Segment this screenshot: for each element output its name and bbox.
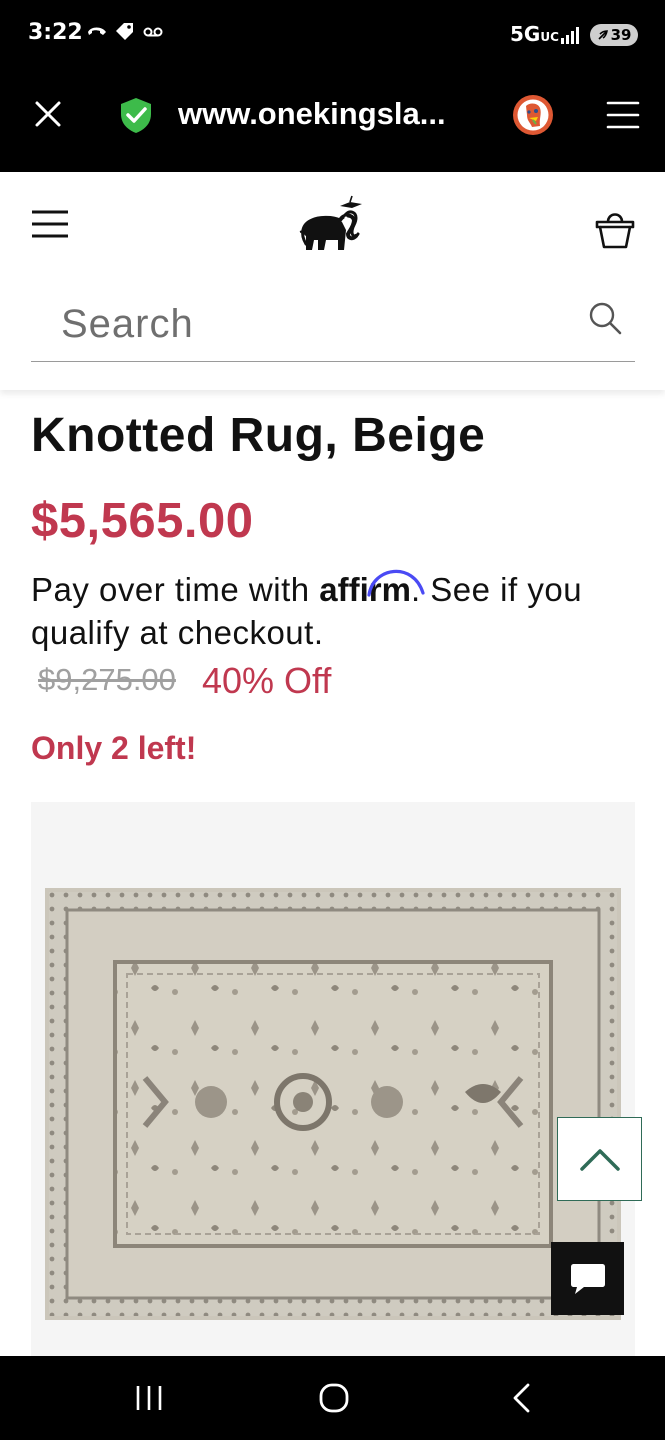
signal-icon <box>561 27 579 44</box>
original-price: $9,275.00 <box>38 662 176 697</box>
affirm-prefix: Pay over time with <box>31 571 320 608</box>
rug-product-image[interactable] <box>45 888 621 1320</box>
product-image-frame[interactable] <box>31 802 635 1356</box>
system-nav-bar <box>0 1356 665 1440</box>
battery-level: 39 <box>610 26 632 44</box>
duckduckgo-icon[interactable] <box>512 94 554 136</box>
back-icon[interactable] <box>508 1382 536 1414</box>
scroll-to-top-button[interactable] <box>557 1117 642 1201</box>
search-bar <box>31 290 635 362</box>
status-bar: 3:22 5GUC 39 <box>0 0 665 70</box>
battery-icon: 39 <box>590 24 638 46</box>
call-forward-icon <box>86 22 108 44</box>
hamburger-icon[interactable] <box>31 208 69 240</box>
affirm-message: Pay over time with affirm. See if you qu… <box>31 568 631 654</box>
affirm-arc-icon <box>367 569 425 597</box>
url-bar[interactable]: www.onekingsla... <box>178 96 488 132</box>
chat-bubble-icon <box>570 1263 605 1294</box>
discount-label: 40% Off <box>202 660 332 701</box>
stock-message: Only 2 left! <box>31 730 197 766</box>
search-input[interactable] <box>61 296 581 352</box>
elephant-logo-icon[interactable] <box>296 192 370 258</box>
browser-toolbar: www.onekingsla... <box>0 70 665 172</box>
shopping-basket-icon[interactable] <box>594 208 636 250</box>
search-icon[interactable] <box>587 300 623 336</box>
product-title: Knotted Rug, Beige <box>31 409 486 462</box>
home-icon[interactable] <box>318 1382 350 1414</box>
affirm-logo[interactable]: affirm <box>319 569 425 608</box>
menu-icon[interactable] <box>606 100 640 130</box>
chat-button[interactable] <box>551 1242 624 1315</box>
status-time: 3:22 <box>28 20 83 45</box>
tag-icon <box>114 22 136 44</box>
network-indicator: 5GUC <box>510 22 559 46</box>
close-icon[interactable] <box>32 98 64 130</box>
site-header <box>0 172 665 390</box>
chevron-up-icon <box>579 1149 620 1171</box>
shield-check-icon[interactable] <box>117 96 155 134</box>
sale-price: $5,565.00 <box>31 494 254 548</box>
voicemail-icon <box>142 22 164 44</box>
recents-icon[interactable] <box>133 1384 165 1412</box>
status-notification-icons <box>86 22 164 44</box>
